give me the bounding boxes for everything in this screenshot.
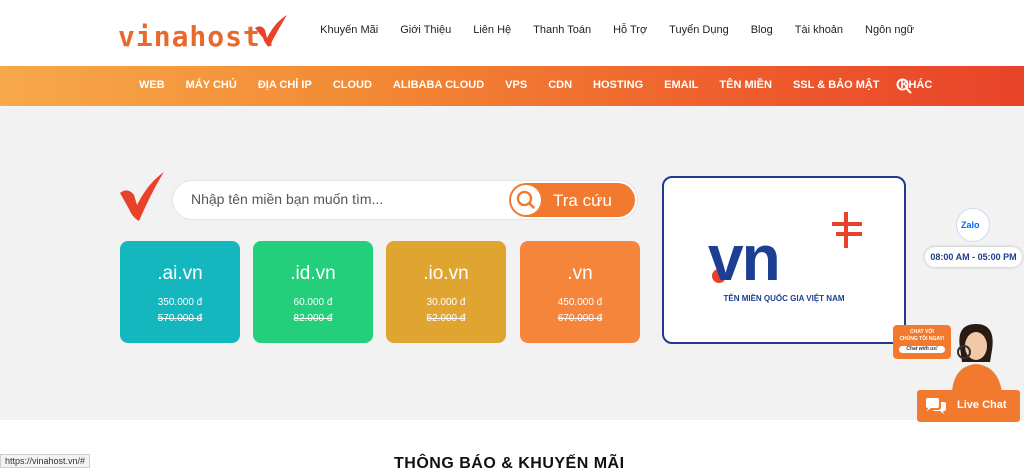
top-nav-lien-he[interactable]: Liên Hệ <box>473 24 511 36</box>
domain-card-vn[interactable]: .vn 450.000 đ 670.000 đ <box>520 241 640 343</box>
domain-price: 60.000 đ <box>293 297 333 308</box>
domain-old-price: 670.000 đ <box>557 313 603 324</box>
top-nav: Khuyến Mãi Giới Thiệu Liên Hệ Thanh Toán… <box>320 24 914 36</box>
top-nav-tuyen-dung[interactable]: Tuyển Dụng <box>669 24 729 36</box>
domain-extension: .id.vn <box>290 263 336 284</box>
search-icon[interactable] <box>896 78 912 94</box>
lookup-button[interactable]: Tra cứu <box>509 183 635 217</box>
lookup-button-label: Tra cứu <box>553 191 612 210</box>
top-nav-tai-khoan[interactable]: Tài khoản <box>795 24 843 36</box>
main-nav-web[interactable]: WEB <box>139 79 165 91</box>
domain-card-ai-vn[interactable]: .ai.vn 350.000 đ 570.000 đ <box>120 241 240 343</box>
domain-price: 350.000 đ <box>157 297 203 308</box>
main-nav-ssl-bao-mat[interactable]: SSL & BẢO MẬT <box>793 79 880 91</box>
main-nav-dia-chi-ip[interactable]: ĐỊA CHỈ IP <box>258 79 312 91</box>
main-nav-alibaba-cloud[interactable]: ALIBABA CLOUD <box>393 79 484 91</box>
domain-extension: .vn <box>567 263 593 284</box>
support-agent-avatar <box>952 324 1002 392</box>
domain-old-price: 570.000 đ <box>157 313 203 324</box>
main-nav-cdn[interactable]: CDN <box>548 79 572 91</box>
support-hours: 08:00 AM - 05:00 PM <box>925 247 1022 267</box>
main-nav-vps[interactable]: VPS <box>505 79 527 91</box>
top-nav-blog[interactable]: Blog <box>751 24 773 36</box>
top-nav-gioi-thieu[interactable]: Giới Thiệu <box>400 24 451 36</box>
live-chat-button[interactable]: Live Chat <box>917 390 1020 422</box>
zalo-label: Zalo <box>961 220 980 230</box>
domain-price: 450.000 đ <box>557 297 603 308</box>
chat-promo-line2: CHÚNG TÔI NGAY! <box>899 336 945 342</box>
main-nav: WEB MÁY CHỦ ĐỊA CHỈ IP CLOUD ALIBABA CLO… <box>0 66 1024 106</box>
main-nav-email[interactable]: EMAIL <box>664 79 698 91</box>
vinahost-logo[interactable]: vinahost. <box>118 14 293 54</box>
domain-old-price: 82.000 đ <box>293 313 333 324</box>
domain-extension: .io.vn <box>423 263 469 284</box>
domain-extension: .ai.vn <box>157 263 203 284</box>
zalo-button[interactable]: Zalo <box>956 208 990 242</box>
domain-search-input[interactable] <box>191 191 491 207</box>
top-nav-ngon-ngu[interactable]: Ngôn ngữ <box>865 24 914 36</box>
status-bar-url: https://vinahost.vn/# <box>0 454 91 468</box>
section-title: THÔNG BÁO & KHUYẾN MÃI <box>394 455 625 468</box>
domain-price: 30.000 đ <box>426 297 466 308</box>
vn-domain-banner[interactable]: vn TÊN MIỀN QUỐC GIA VIỆT NAM <box>662 176 906 344</box>
chat-bubbles-icon <box>926 398 946 414</box>
vn-banner-subtitle: TÊN MIỀN QUỐC GIA VIỆT NAM <box>723 294 845 303</box>
top-nav-thanh-toan[interactable]: Thanh Toán <box>533 24 591 36</box>
vn-logo-text: vn <box>708 222 781 294</box>
main-nav-cloud[interactable]: CLOUD <box>333 79 372 91</box>
sparkle-icon <box>832 212 862 248</box>
domain-old-price: 52.000 đ <box>426 313 466 324</box>
chat-promo-bubble[interactable]: CHAT VỚI CHÚNG TÔI NGAY! Chat with us! <box>893 325 951 359</box>
live-chat-label: Live Chat <box>957 399 1007 411</box>
chat-promo-line3: Chat with us! <box>899 346 945 353</box>
top-nav-ho-tro[interactable]: Hỗ Trợ <box>613 24 647 36</box>
logo-check-icon <box>255 15 287 47</box>
brand-check-icon <box>120 172 164 221</box>
main-nav-may-chu[interactable]: MÁY CHỦ <box>186 79 237 91</box>
main-nav-hosting[interactable]: HOSTING <box>593 79 643 91</box>
domain-search-box: Tra cứu <box>172 180 638 220</box>
domain-card-io-vn[interactable]: .io.vn 30.000 đ 52.000 đ <box>386 241 506 343</box>
magnifier-icon <box>511 185 541 215</box>
chat-promo-line1: CHAT VỚI <box>910 329 934 335</box>
main-nav-ten-mien[interactable]: TÊN MIỀN <box>719 79 772 91</box>
top-nav-khuyen-mai[interactable]: Khuyến Mãi <box>320 24 378 36</box>
top-header: vinahost. Khuyến Mãi Giới Thiệu Liên Hệ … <box>0 0 1024 66</box>
domain-card-id-vn[interactable]: .id.vn 60.000 đ 82.000 đ <box>253 241 373 343</box>
